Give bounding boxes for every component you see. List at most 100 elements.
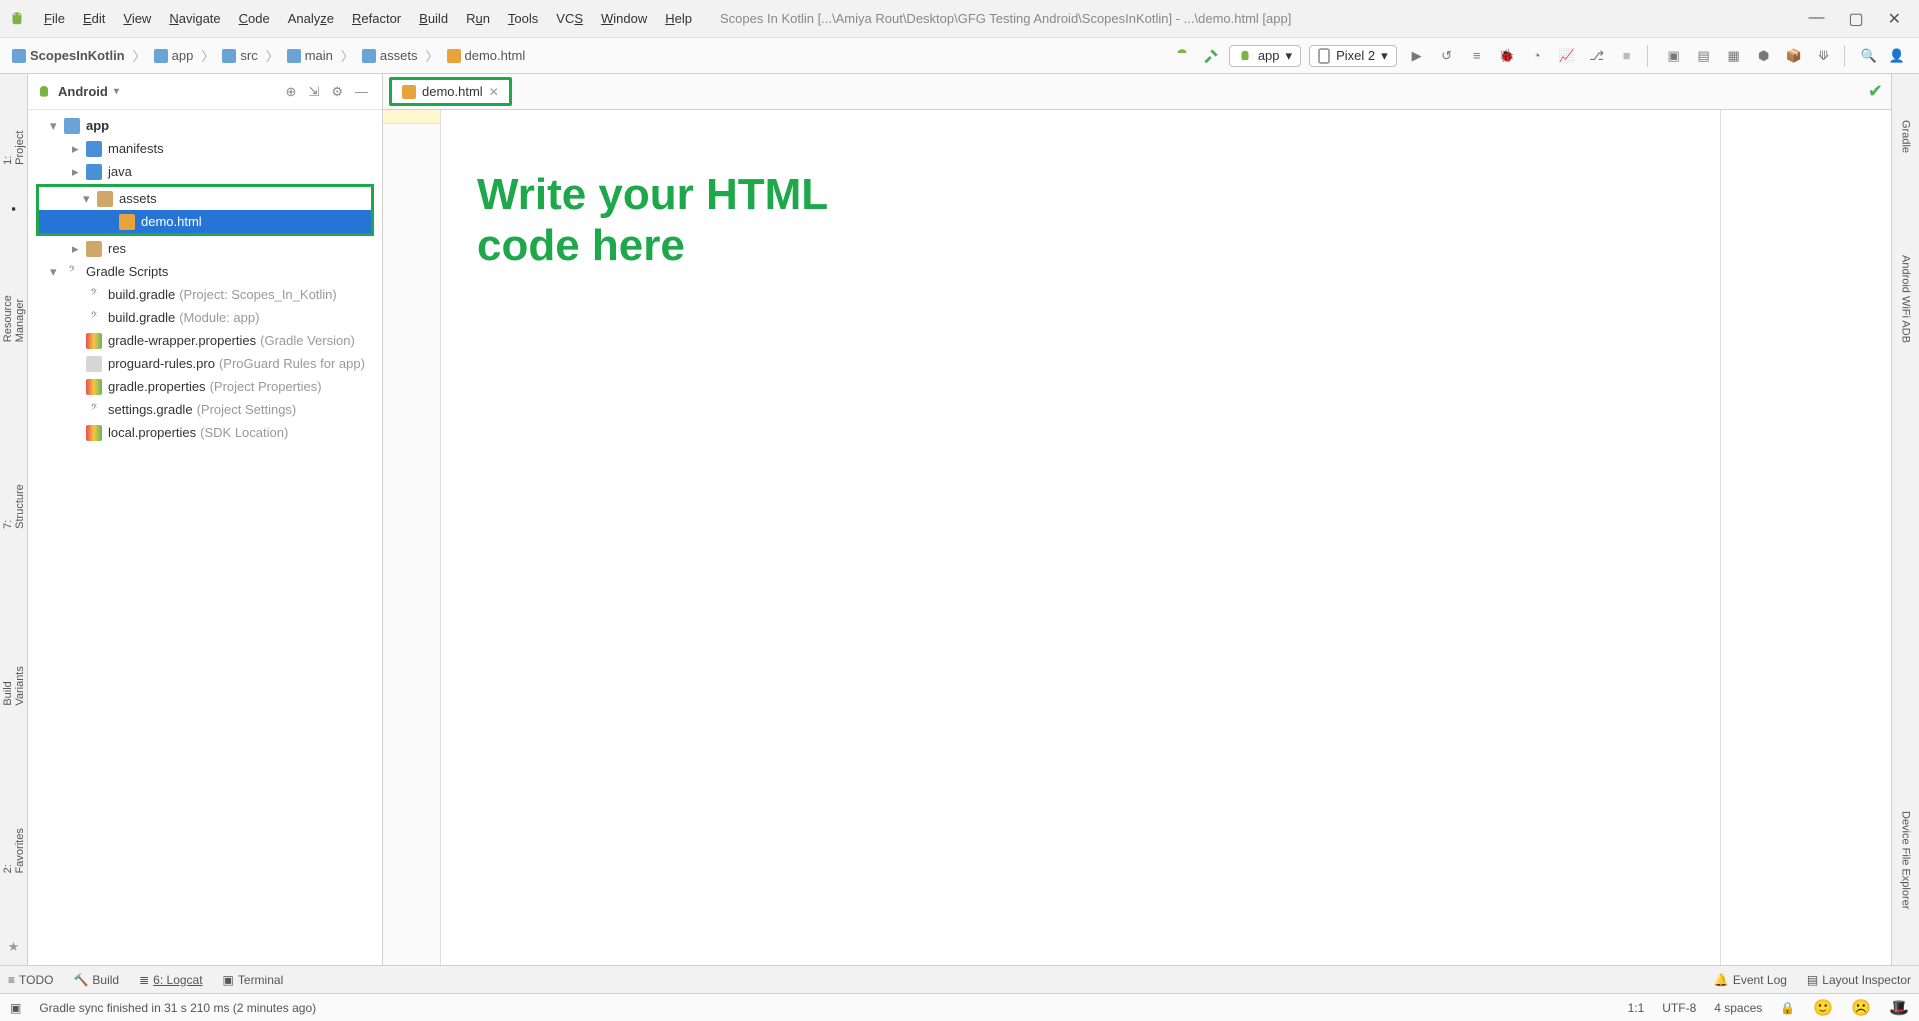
project-panel: Android ▾ ⊕ ⇲ ⚙ — ▾app ▸manifests ▸java … xyxy=(28,74,383,965)
titlebar: File Edit View Navigate Code Analyze Ref… xyxy=(0,0,1919,38)
right-tab-gradle[interactable]: Gradle xyxy=(1898,114,1914,159)
menu-view[interactable]: View xyxy=(115,7,159,30)
run-button[interactable]: ▶ xyxy=(1407,46,1427,66)
bottom-layout-inspector[interactable]: ▤Layout Inspector xyxy=(1807,973,1911,987)
status-message: Gradle sync finished in 31 s 210 ms (2 m… xyxy=(39,1001,316,1015)
deploy-icon[interactable]: ⟱ xyxy=(1814,46,1834,66)
tree-gradle-props[interactable]: gradle.properties(Project Properties) xyxy=(28,375,382,398)
box-icon[interactable]: 📦 xyxy=(1784,46,1804,66)
tree-wrapper-props[interactable]: gradle-wrapper.properties(Gradle Version… xyxy=(28,329,382,352)
profiler-icon[interactable]: 📈 xyxy=(1557,46,1577,66)
bottom-build[interactable]: 🔨Build xyxy=(73,973,119,987)
left-tab-favorites[interactable]: 2: Favorites xyxy=(0,812,28,879)
crumb-app[interactable]: app xyxy=(150,46,198,65)
close-tab-icon[interactable]: ✕ xyxy=(489,85,499,99)
device-combo[interactable]: Pixel 2 ▾ xyxy=(1309,45,1397,67)
crumb-src[interactable]: src xyxy=(218,46,261,65)
resource-manager-icon[interactable]: ▦ xyxy=(1724,46,1744,66)
tree-java[interactable]: ▸java xyxy=(28,160,382,183)
left-tab-project[interactable]: 1: Project xyxy=(0,114,28,171)
menu-build[interactable]: Build xyxy=(411,7,456,30)
crumb-main[interactable]: main xyxy=(283,46,337,65)
menu-edit[interactable]: Edit xyxy=(75,7,113,30)
coverage-icon[interactable]: ◔ xyxy=(1527,46,1547,66)
maximize-button[interactable]: ▢ xyxy=(1848,9,1863,29)
project-view-dropdown[interactable]: Android ▾ xyxy=(36,84,119,100)
left-tab-structure[interactable]: 7: Structure xyxy=(0,468,28,535)
tree-build-gradle-project[interactable]: 𝄢build.gradle(Project: Scopes_In_Kotlin) xyxy=(28,283,382,306)
right-tab-device-explorer[interactable]: Device File Explorer xyxy=(1898,805,1914,915)
analysis-ok-icon[interactable]: ✔ xyxy=(1868,81,1883,102)
menu-refactor[interactable]: Refactor xyxy=(344,7,409,30)
status-inspection-sad-icon[interactable]: ☹️ xyxy=(1851,998,1871,1018)
tree-build-gradle-module[interactable]: 𝄢build.gradle(Module: app) xyxy=(28,306,382,329)
user-icon[interactable]: 👤 xyxy=(1883,44,1911,68)
hide-panel-icon[interactable]: — xyxy=(349,82,374,101)
collapse-icon[interactable]: ⇲ xyxy=(302,82,325,102)
hammer-icon[interactable] xyxy=(1197,44,1225,68)
bottom-terminal[interactable]: ▣Terminal xyxy=(223,973,284,987)
tree-local-props[interactable]: local.properties(SDK Location) xyxy=(28,421,382,444)
tree-app[interactable]: ▾app xyxy=(28,114,382,137)
preview-heading: Write your HTML code here xyxy=(477,170,917,271)
tree-res[interactable]: ▸res xyxy=(28,237,382,260)
left-tab-build-variants[interactable]: Build Variants xyxy=(0,635,28,712)
editor-gutter xyxy=(383,110,441,965)
project-tree[interactable]: ▾app ▸manifests ▸java ▾assets demo.html … xyxy=(28,110,382,965)
menu-navigate[interactable]: Navigate xyxy=(161,7,228,30)
tree-proguard[interactable]: proguard-rules.pro(ProGuard Rules for ap… xyxy=(28,352,382,375)
bottom-todo[interactable]: ≡TODO xyxy=(8,973,53,987)
sync-icon[interactable] xyxy=(1167,43,1197,69)
menu-vcs[interactable]: VCS xyxy=(548,7,591,30)
toolbar: ScopesInKotlin〉 app〉 src〉 main〉 assets〉 … xyxy=(0,38,1919,74)
status-lock-icon[interactable]: 🔒 xyxy=(1780,1001,1795,1015)
tree-manifests[interactable]: ▸manifests xyxy=(28,137,382,160)
plugin-icon[interactable]: ⬢ xyxy=(1754,46,1774,66)
menu-tools[interactable]: Tools xyxy=(500,7,546,30)
bottom-logcat[interactable]: ≣6: Logcat xyxy=(139,973,202,987)
attach-icon[interactable]: ⎇ xyxy=(1587,46,1607,66)
editor-tab-demo[interactable]: demo.html ✕ xyxy=(389,77,512,106)
close-button[interactable]: ✕ xyxy=(1888,9,1901,29)
crumb-file[interactable]: demo.html xyxy=(443,46,530,65)
status-caret[interactable]: 1:1 xyxy=(1628,1001,1645,1015)
target-icon[interactable]: ⊕ xyxy=(280,82,303,102)
tree-gradle-scripts[interactable]: ▾𝄢Gradle Scripts xyxy=(28,260,382,283)
menu-window[interactable]: Window xyxy=(593,7,655,30)
debug-button[interactable]: 🐞 xyxy=(1497,46,1517,66)
avd-manager-icon[interactable]: ▣ xyxy=(1664,46,1684,66)
status-encoding[interactable]: UTF-8 xyxy=(1662,1001,1696,1015)
menu-code[interactable]: Code xyxy=(231,7,278,30)
tree-settings-gradle[interactable]: 𝄢settings.gradle(Project Settings) xyxy=(28,398,382,421)
editor-tab-label: demo.html xyxy=(422,84,483,99)
status-inspection-happy-icon[interactable]: 🙂 xyxy=(1813,998,1833,1018)
left-toolstrip: 1: Project ▪ Resource Manager 7: Structu… xyxy=(0,74,28,965)
menu-help[interactable]: Help xyxy=(657,7,700,30)
menu-file[interactable]: File xyxy=(36,7,73,30)
menu-analyze[interactable]: Analyze xyxy=(280,7,342,30)
settings-icon[interactable]: ⚙ xyxy=(325,82,349,102)
status-quicklist-icon[interactable]: ▣ xyxy=(10,1001,21,1015)
status-indent[interactable]: 4 spaces xyxy=(1714,1001,1762,1015)
editor-area: demo.html ✕ ✔ Write your HTML code here xyxy=(383,74,1891,965)
search-everywhere-icon[interactable]: 🔍 xyxy=(1855,44,1883,68)
run-config-combo[interactable]: app ▾ xyxy=(1229,45,1301,67)
tree-assets[interactable]: ▾assets xyxy=(39,187,371,210)
right-tab-wifi-adb[interactable]: Android WiFi ADB xyxy=(1898,249,1914,349)
apply-changes-icon[interactable]: ≡ xyxy=(1467,46,1487,66)
crumb-project[interactable]: ScopesInKotlin xyxy=(8,46,129,65)
sdk-manager-icon[interactable]: ▤ xyxy=(1694,46,1714,66)
bottom-event-log[interactable]: 🔔Event Log xyxy=(1714,973,1787,987)
rerun-icon[interactable]: ↺ xyxy=(1437,46,1457,66)
stop-button[interactable]: ■ xyxy=(1617,46,1637,66)
editor-minimap xyxy=(1721,110,1891,965)
minimize-button[interactable]: — xyxy=(1808,9,1824,29)
crumb-assets[interactable]: assets xyxy=(358,46,422,65)
editor-preview[interactable]: Write your HTML code here xyxy=(441,110,1721,965)
editor-tabbar: demo.html ✕ ✔ xyxy=(383,74,1891,110)
menu-run[interactable]: Run xyxy=(458,7,498,30)
left-tab-resource-manager[interactable]: Resource Manager xyxy=(0,246,28,348)
tree-demo-html[interactable]: demo.html xyxy=(39,210,371,233)
window-title: Scopes In Kotlin [...\Amiya Rout\Desktop… xyxy=(720,11,1808,26)
status-memory-icon[interactable]: 🎩 xyxy=(1889,998,1909,1018)
